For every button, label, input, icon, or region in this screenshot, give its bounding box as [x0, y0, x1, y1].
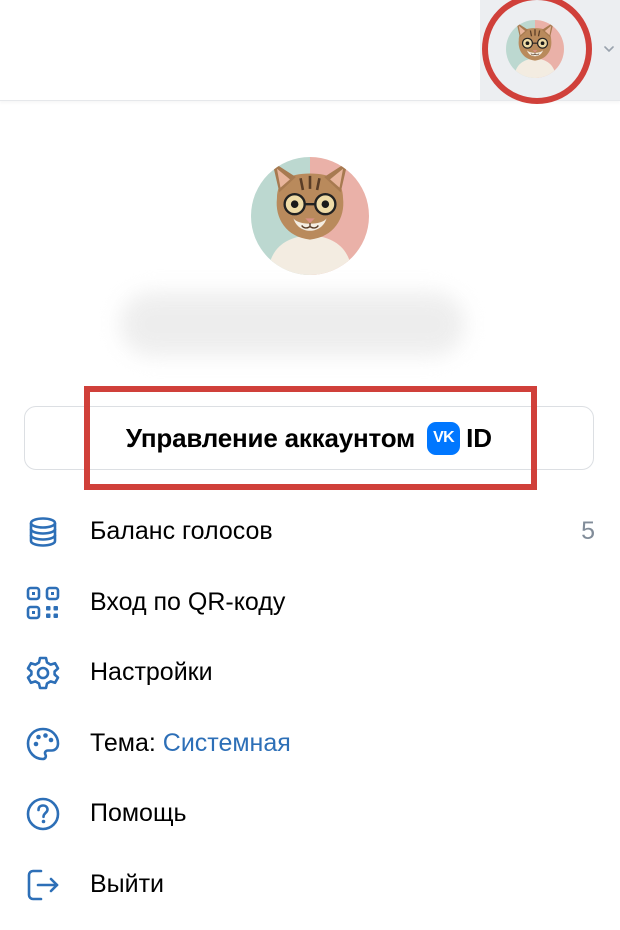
manage-account-content: Управление аккаунтом VK ID [125, 421, 493, 455]
palette-icon [24, 725, 62, 763]
vote-count-badge: 5 [581, 517, 595, 545]
menu-label: Настройки [90, 658, 213, 686]
help-icon [24, 795, 62, 833]
menu-item-help[interactable]: Помощь [0, 783, 620, 843]
menu-label: Помощь [90, 799, 187, 827]
vk-logo-text: VK [433, 429, 455, 446]
menu-item-qr-login[interactable]: Вход по QR-коду [0, 572, 620, 632]
top-bar [0, 0, 620, 101]
account-menu-page: Управление аккаунтом VK ID Баланс голосо… [0, 0, 620, 930]
chevron-down-icon[interactable] [604, 44, 614, 54]
theme-value: Системная [162, 729, 291, 757]
manage-account-button[interactable]: Управление аккаунтом VK ID [24, 406, 594, 470]
menu-label: Вход по QR-коду [90, 588, 286, 616]
menu-label: Тема: Системная [90, 729, 291, 758]
theme-label: Тема: [90, 729, 156, 757]
menu-item-theme[interactable]: Тема: Системная [0, 713, 620, 773]
cat-avatar-icon [251, 157, 369, 275]
database-icon [24, 513, 62, 551]
menu-item-vote-balance[interactable]: Баланс голосов 5 [0, 501, 620, 561]
user-avatar-small[interactable] [506, 20, 564, 78]
vk-id-label: ID [466, 422, 493, 453]
vk-logo-icon: VK [427, 421, 461, 455]
menu-item-settings[interactable]: Настройки [0, 642, 620, 702]
menu-label: Выйти [90, 870, 165, 898]
menu-item-logout[interactable]: Выйти [0, 854, 620, 914]
blurred-user-name [120, 292, 465, 356]
gear-icon [24, 654, 62, 692]
cat-avatar-icon [506, 20, 564, 78]
user-avatar-large[interactable] [251, 157, 369, 275]
logout-icon [24, 866, 62, 904]
qr-code-icon [24, 584, 62, 622]
menu-label: Баланс голосов [90, 517, 273, 545]
manage-account-label: Управление аккаунтом [125, 422, 416, 453]
